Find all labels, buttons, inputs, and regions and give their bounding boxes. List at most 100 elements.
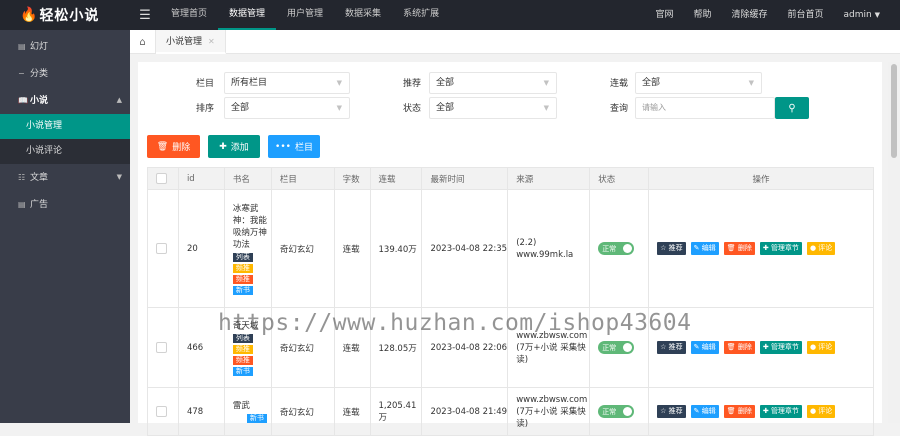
op-label: 评论 bbox=[818, 407, 833, 415]
comments-button[interactable]: ● 评论 bbox=[806, 405, 836, 418]
trash-icon: 🗑 bbox=[156, 141, 169, 152]
cell-id: 478 bbox=[177, 387, 225, 436]
logo-text: 轻松小说 bbox=[39, 8, 100, 24]
close-icon[interactable]: ✕ bbox=[208, 37, 215, 46]
chevron-down-icon: ▼ bbox=[543, 104, 549, 112]
recommend-button[interactable]: ☆ 推荐 bbox=[657, 341, 686, 354]
ad-icon: ▤ bbox=[18, 200, 26, 209]
vertical-scrollbar[interactable] bbox=[888, 62, 900, 423]
edit-button[interactable]: ✎ 编辑 bbox=[690, 405, 719, 418]
scrollbar-thumb[interactable] bbox=[891, 64, 897, 158]
comments-button[interactable]: ● 评论 bbox=[806, 242, 836, 255]
top-nav-users[interactable]: 用户管理 bbox=[276, 0, 334, 30]
official-site-link[interactable]: 官网 bbox=[645, 0, 683, 30]
col-source: 来源 bbox=[507, 167, 591, 190]
edit-button[interactable]: ✎ 编辑 bbox=[690, 242, 719, 255]
cell-status: 正常 bbox=[589, 189, 650, 308]
status-toggle[interactable]: 正常 bbox=[598, 405, 635, 418]
cell-words: 连载 bbox=[333, 189, 371, 308]
sidebar-item-label: 文章 bbox=[30, 173, 49, 183]
op-label: 编辑 bbox=[701, 244, 716, 252]
main-content: 栏目 所有栏目 ▼ 推荐 全部 ▼ 连载 全部 ▼ 排序 全部 ▼ 状态 全部 ▼ 查询 … bbox=[138, 62, 882, 436]
sidebar-item-ads[interactable]: ▤ 广告 bbox=[0, 191, 130, 218]
status-toggle[interactable]: 正常 bbox=[598, 341, 635, 354]
filter-recommend-select[interactable]: 全部 ▼ bbox=[429, 72, 557, 94]
delete-row-button[interactable]: 🗑 删除 bbox=[723, 242, 755, 255]
top-nav-collect[interactable]: 数据采集 bbox=[334, 0, 392, 30]
op-label: 编辑 bbox=[701, 343, 716, 351]
sidebar: ▤ 幻灯 − 分类 📖 小说 ▲ 小说管理 小说评论 ☷ 文章 ▼ ▤ 广告 bbox=[0, 30, 130, 423]
badge: 列表 bbox=[232, 333, 253, 343]
recommend-button[interactable]: ☆ 推荐 bbox=[657, 405, 686, 418]
filter-recommend-label: 推荐 bbox=[402, 79, 421, 89]
cell-title: 冰寒武神：我能吸纳万神功法 列表 频推 频推 新书 bbox=[223, 189, 272, 308]
filter-column-select[interactable]: 所有栏目 ▼ bbox=[224, 72, 350, 94]
sidebar-item-label: 分类 bbox=[30, 69, 49, 79]
cell-time: 2023-04-08 22:06 bbox=[421, 307, 509, 388]
sidebar-sub-novel-comments[interactable]: 小说评论 bbox=[0, 139, 130, 164]
search-button[interactable]: ⚲ bbox=[775, 97, 809, 119]
top-nav-data[interactable]: 数据管理 bbox=[218, 0, 277, 30]
top-nav-system[interactable]: 系统扩展 bbox=[392, 0, 450, 30]
logo[interactable]: 🔥 轻松小说 bbox=[0, 0, 130, 30]
help-link[interactable]: 帮助 bbox=[683, 0, 721, 30]
comments-button[interactable]: ● 评论 bbox=[806, 341, 836, 354]
delete-button[interactable]: 🗑 删除 bbox=[147, 135, 200, 158]
cell-column: 奇幻玄幻 bbox=[270, 307, 335, 388]
table-row: 466 奇天域 列表 频推 频推 新书 奇幻玄幻 连载 128.05万 2023… bbox=[147, 307, 874, 388]
right-nav: 官网 帮助 清除缓存 前台首页 admin ▼ bbox=[645, 0, 890, 30]
col-id: id bbox=[177, 167, 225, 190]
op-label: 编辑 bbox=[701, 407, 716, 415]
novel-table: id 书名 栏目 字数 连载 最新时间 来源 状态 操作 20 冰寒武神：我能吸… bbox=[147, 167, 874, 436]
badge: 频推 bbox=[232, 344, 253, 354]
filter-sort-value: 全部 bbox=[231, 103, 250, 113]
delete-row-button[interactable]: 🗑 删除 bbox=[723, 405, 755, 418]
sidebar-item-article[interactable]: ☷ 文章 ▼ bbox=[0, 164, 130, 191]
tab-novel-manage[interactable]: 小说管理 ✕ bbox=[156, 30, 226, 54]
frontend-home-link[interactable]: 前台首页 bbox=[778, 0, 834, 30]
column-button[interactable]: ••• 栏目 bbox=[268, 135, 320, 158]
filter-sort-select[interactable]: 全部 ▼ bbox=[224, 97, 350, 119]
op-label: 管理章节 bbox=[770, 343, 799, 351]
recommend-button[interactable]: ☆ 推荐 bbox=[657, 242, 686, 255]
home-icon[interactable]: ⌂ bbox=[130, 30, 156, 54]
edit-button[interactable]: ✎ 编辑 bbox=[690, 341, 719, 354]
sidebar-sub-novel-manage[interactable]: 小说管理 bbox=[0, 114, 130, 139]
col-ops: 操作 bbox=[648, 167, 874, 190]
manage-chapters-button[interactable]: ✚ 管理章节 bbox=[759, 242, 802, 255]
cell-id: 466 bbox=[177, 307, 225, 388]
col-column: 栏目 bbox=[270, 167, 335, 190]
tab-label: 小说管理 bbox=[166, 37, 203, 47]
row-checkbox[interactable] bbox=[147, 387, 179, 436]
cell-ops: ☆ 推荐 ✎ 编辑 🗑 删除 ✚ 管理章节 ● 评论 bbox=[648, 307, 874, 388]
badges: 列表 频推 频推 新书 bbox=[232, 333, 271, 376]
manage-chapters-button[interactable]: ✚ 管理章节 bbox=[759, 341, 802, 354]
slides-icon: ▤ bbox=[18, 42, 26, 51]
sidebar-item-slides[interactable]: ▤ 幻灯 bbox=[0, 33, 130, 60]
badge: 新书 bbox=[246, 414, 267, 423]
manage-chapters-button[interactable]: ✚ 管理章节 bbox=[759, 405, 802, 418]
sidebar-item-novel[interactable]: 📖 小说 ▲ bbox=[0, 87, 130, 114]
badge: 新书 bbox=[232, 366, 253, 376]
row-checkbox[interactable] bbox=[147, 307, 179, 388]
select-all-checkbox[interactable] bbox=[147, 167, 179, 190]
chevron-down-icon: ▼ bbox=[336, 79, 342, 87]
op-label: 删除 bbox=[737, 343, 752, 351]
filter-serial-label: 连载 bbox=[609, 79, 628, 89]
delete-row-button[interactable]: 🗑 删除 bbox=[723, 341, 755, 354]
filter-column-value: 所有栏目 bbox=[231, 78, 268, 88]
sidebar-item-category[interactable]: − 分类 bbox=[0, 60, 130, 87]
filter-status-select[interactable]: 全部 ▼ bbox=[429, 97, 557, 119]
top-nav-home[interactable]: 管理首页 bbox=[160, 0, 218, 30]
status-toggle[interactable]: 正常 bbox=[598, 242, 635, 255]
row-checkbox[interactable] bbox=[147, 189, 179, 308]
cell-serial: 139.40万 bbox=[369, 189, 423, 308]
user-menu[interactable]: admin ▼ bbox=[834, 0, 890, 30]
menu-toggle-icon[interactable]: ☰ bbox=[130, 0, 160, 30]
add-button[interactable]: ✚ 添加 bbox=[208, 135, 260, 158]
search-input[interactable]: 请输入 bbox=[635, 97, 775, 119]
cell-words: 连载 bbox=[333, 307, 371, 388]
clear-cache-link[interactable]: 清除缓存 bbox=[722, 0, 778, 30]
filter-serial-select[interactable]: 全部 ▼ bbox=[635, 72, 762, 94]
filter-status-label: 状态 bbox=[402, 104, 421, 114]
